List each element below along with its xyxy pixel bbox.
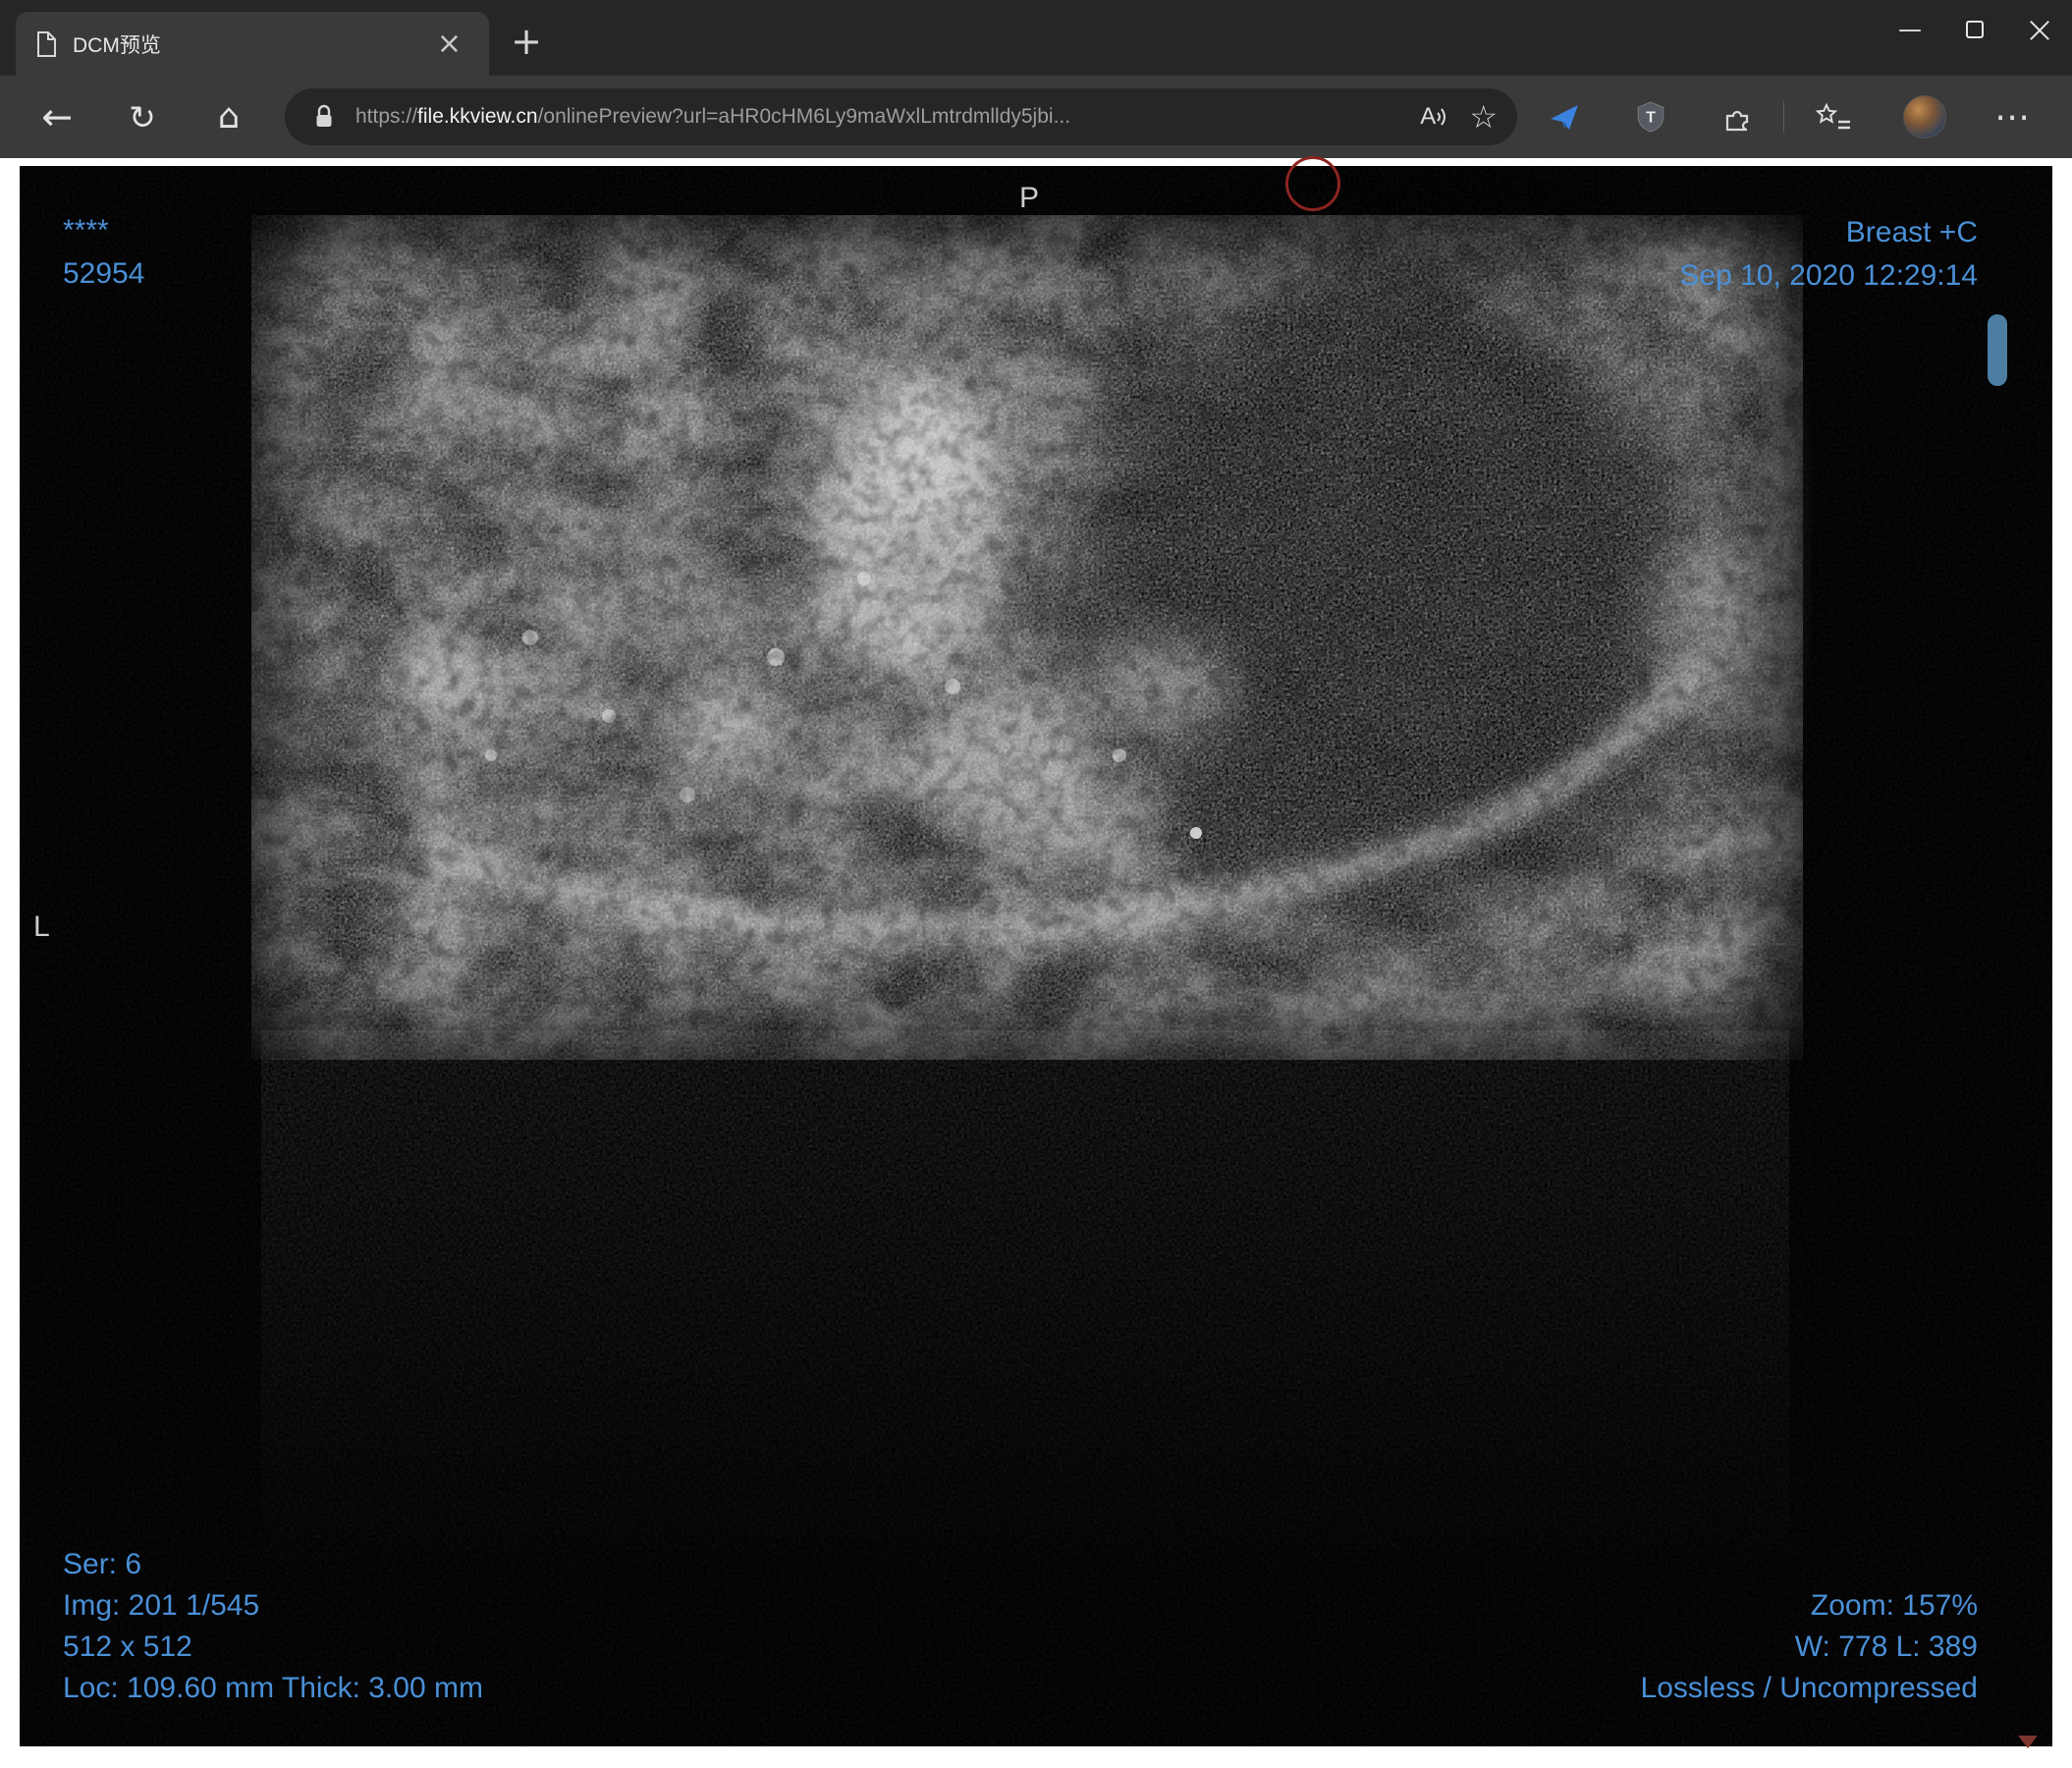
read-aloud-button[interactable]: A [1420, 103, 1447, 131]
read-aloud-letter: A [1420, 103, 1437, 130]
sound-waves-icon [1437, 108, 1446, 126]
window-controls: — × [1878, 0, 2072, 59]
extension-shield-button[interactable]: T [1623, 89, 1678, 144]
window-minimize-button[interactable]: — [1878, 0, 1942, 59]
back-button[interactable]: ← [29, 89, 84, 144]
compression-info: Lossless / Uncompressed [1640, 1672, 1978, 1704]
url-domain: file.kkview.cn [417, 105, 538, 128]
study-description: Breast +C [1845, 216, 1978, 249]
blue-extension-icon [1551, 105, 1578, 130]
refresh-button[interactable]: ↻ [115, 89, 170, 144]
image-number: Img: 201 1/545 [63, 1589, 260, 1622]
page-content: **** 52954 Breast +C Sep 10, 2020 12:29:… [0, 156, 2072, 1768]
patient-info-overlay: **** 52954 [63, 209, 144, 296]
study-info-overlay: Breast +C Sep 10, 2020 12:29:14 [1679, 211, 1978, 298]
browser-toolbar: ← ↻ ⌂ https://file.kkview.cn/onlinePrevi… [0, 76, 2072, 158]
patient-name-masked: **** [63, 214, 109, 247]
viewer-scrollbar-thumb[interactable] [1988, 314, 2007, 386]
add-favorite-star-icon[interactable]: ☆ [1469, 98, 1498, 136]
settings-more-button[interactable]: ⋯ [1985, 89, 2040, 144]
series-number: Ser: 6 [63, 1548, 142, 1580]
browser-tab[interactable]: DCM预览 × [16, 12, 489, 76]
page-document-icon [35, 30, 57, 58]
scrollbar-down-arrow-icon[interactable] [2018, 1736, 2038, 1748]
zoom-level: Zoom: 157% [1810, 1589, 1978, 1622]
lock-icon[interactable] [304, 95, 344, 138]
slice-location: Loc: 109.60 mm Thick: 3.00 mm [63, 1672, 483, 1704]
shield-icon: T [1637, 101, 1664, 133]
puzzle-piece-icon [1725, 110, 1749, 132]
mri-image [20, 166, 2052, 1746]
toolbar-divider [1783, 101, 1784, 133]
image-matrix: 512 x 512 [63, 1630, 192, 1663]
study-datetime: Sep 10, 2020 12:29:14 [1679, 259, 1978, 292]
orientation-marker-posterior: P [1018, 182, 1040, 214]
window-close-button[interactable]: × [2007, 0, 2072, 59]
browser-titlebar: DCM预览 × + — × [0, 0, 2072, 76]
new-tab-button[interactable]: + [503, 18, 550, 65]
dicom-canvas[interactable] [20, 166, 2052, 1746]
url-text[interactable]: https://file.kkview.cn/onlinePreview?url… [355, 105, 1420, 129]
home-button[interactable]: ⌂ [201, 89, 256, 144]
annotation-circle [1285, 156, 1340, 211]
display-info-overlay: Zoom: 157% W: 778 L: 389 Lossless / Unco… [1641, 1585, 1978, 1709]
window-maximize-button[interactable] [1942, 0, 2007, 59]
favorites-button[interactable] [1806, 89, 1861, 144]
orientation-marker-left: L [33, 911, 50, 943]
extension-blue-button[interactable] [1537, 89, 1592, 144]
tab-title: DCM预览 [73, 33, 161, 57]
maximize-icon [1966, 21, 1984, 38]
svg-text:T: T [1646, 109, 1656, 126]
series-info-overlay: Ser: 6 Img: 201 1/545 512 x 512 Loc: 109… [63, 1544, 483, 1709]
favorites-star-lines-icon [1815, 102, 1850, 130]
extensions-menu-button[interactable] [1710, 89, 1765, 144]
tab-close-button[interactable]: × [429, 28, 469, 59]
url-path: /onlinePreview?url=aHR0cHM6Ly9maWxlLmtrd… [537, 105, 1071, 128]
dicom-viewer[interactable]: **** 52954 Breast +C Sep 10, 2020 12:29:… [20, 156, 2052, 1746]
address-bar[interactable]: https://file.kkview.cn/onlinePreview?url… [285, 88, 1517, 145]
patient-id: 52954 [63, 257, 145, 290]
window-level: W: 778 L: 389 [1794, 1630, 1978, 1663]
url-scheme: https:// [355, 105, 418, 128]
profile-avatar [1903, 95, 1946, 138]
profile-button[interactable] [1897, 89, 1952, 144]
